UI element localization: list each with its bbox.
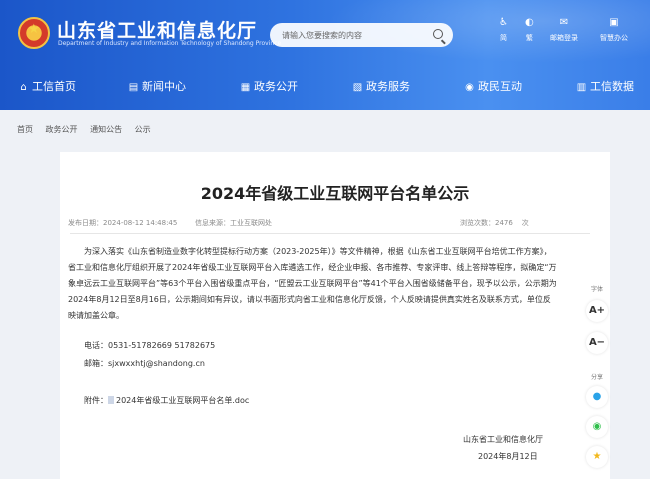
accessibility-icon: ♿ [499,17,508,28]
wechat-icon[interactable]: ◉ [586,416,608,438]
simplified-chinese-button[interactable]: ♿ 简 [499,16,508,43]
site-header: 山东省工业和信息化厅 Department of Industry and In… [0,0,650,110]
nav-item-gov-affairs[interactable]: ▦ 政务公开 [240,71,298,103]
affairs-icon: ▦ [240,82,251,93]
site-subtitle: Department of Industry and Information T… [58,40,282,47]
nav-item-news[interactable]: ▤ 新闻中心 [128,71,186,103]
font-size-label: 字体 [590,286,603,293]
search-icon[interactable] [433,29,443,39]
nav-item-interaction[interactable]: ◉ 政民互动 [464,71,522,103]
font-larger-button[interactable]: A+ [586,300,608,322]
smart-office-label: 智慧办公 [600,34,628,42]
nav-label: 政务公开 [254,80,298,93]
mail-login-button[interactable]: ✉ 邮箱登录 [550,16,578,43]
nav-label: 政民互动 [478,80,522,93]
nav-item-home[interactable]: ⌂ 工信首页 [18,71,76,103]
attachment-label: 附件： [84,396,108,405]
breadcrumb-notices[interactable]: 通知公告 [90,125,122,134]
traditional-label: 繁 [525,34,533,42]
home-icon: ⌂ [20,82,27,93]
signature-date: 2024年8月12日 [478,452,538,461]
contact-email: 邮箱：sjxwxxhtj@shandong.cn [84,359,205,368]
national-emblem-icon[interactable] [18,17,50,49]
services-icon: ▧ [352,82,363,93]
nav-item-gov-services[interactable]: ▧ 政务服务 [352,71,410,103]
attachment-link[interactable]: 2024年省级工业互联网平台名单.doc [116,396,249,405]
site-title[interactable]: 山东省工业和信息化厅 [57,16,257,43]
nav-item-data[interactable]: ▥ 工信数据 [576,71,634,103]
mail-icon: ✉ [559,17,569,28]
views-label: 浏览次数： [460,219,495,227]
nav-label: 工信数据 [590,80,634,93]
signature-org: 山东省工业和信息化厅 [463,435,543,444]
breadcrumb-home[interactable]: 首页 [17,125,33,134]
breadcrumb: 首页 政务公开 通知公告 公示 [17,124,161,135]
main-nav: ⌂ 工信首页 ▤ 新闻中心 ▦ 政务公开 ▧ 政务服务 ◉ 政民互动 ▥ 工信数据 [0,71,650,103]
interaction-icon: ◉ [465,82,474,93]
contrast-icon: ◐ [525,17,534,28]
smart-office-button[interactable]: ▣ 智慧办公 [600,16,628,43]
data-icon: ▥ [576,82,587,93]
traditional-chinese-button[interactable]: ◐ 繁 [525,16,534,43]
simplified-label: 简 [499,34,507,42]
office-icon: ▣ [609,17,619,28]
share-label: 分享 [590,374,603,381]
article-card: 2024年省级工业互联网平台名单公示 发布日期：2024-08-12 14:48… [60,152,610,479]
top-tools: ♿ 简 ◐ 繁 ✉ 邮箱登录 ▣ 智慧办公 [495,16,640,50]
nav-label: 新闻中心 [142,80,186,93]
views-number: 2476 [495,219,513,227]
attachment: 附件： 2024年省级工业互联网平台名单.doc [84,395,249,406]
nav-label: 工信首页 [32,80,76,93]
contact-phone: 电话：0531-51782669 51782675 [84,341,216,350]
breadcrumb-public-notice[interactable]: 公示 [135,125,151,134]
meta-divider [70,233,590,234]
info-source: 信息来源：工业互联网处 [195,219,272,227]
document-icon [108,396,114,404]
mail-login-label: 邮箱登录 [550,34,578,42]
search-input[interactable] [282,27,422,43]
article-paragraph: 为深入落实《山东省制造业数字化转型提标行动方案（2023-2025年）》等文件精… [68,247,557,320]
nav-label: 政务服务 [366,80,410,93]
article-body: 为深入落实《山东省制造业数字化转型提标行动方案（2023-2025年）》等文件精… [68,244,558,324]
favorite-star-icon[interactable]: ★ [586,446,608,468]
news-icon: ▤ [128,82,139,93]
search-box [270,23,453,47]
article-title: 2024年省级工业互联网平台名单公示 [200,184,470,203]
publish-date: 发布日期：2024-08-12 14:48:45 [68,219,178,227]
qq-icon[interactable]: ● [586,386,608,408]
views-unit: 次 [521,219,529,227]
view-count: 浏览次数：2476 次 [460,218,529,228]
font-smaller-button[interactable]: A− [586,332,608,354]
breadcrumb-gov-affairs[interactable]: 政务公开 [46,125,78,134]
